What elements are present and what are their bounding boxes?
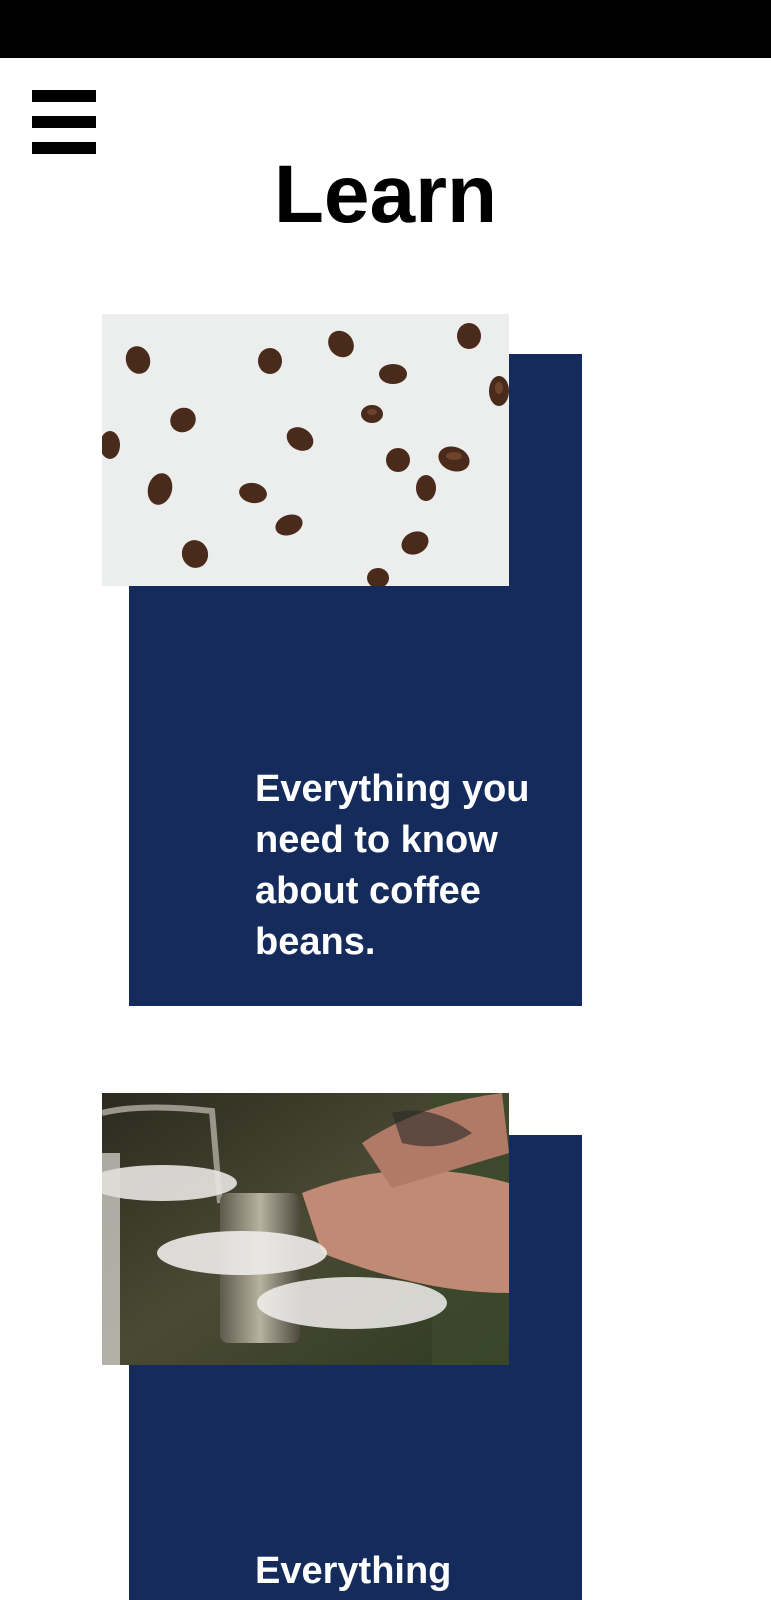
barista-image: [102, 1093, 509, 1365]
menu-button[interactable]: [32, 90, 96, 154]
card-title: Everything: [255, 1550, 452, 1592]
status-bar: [0, 0, 771, 58]
card-title: Everything you need to know about coffee…: [255, 768, 530, 963]
page-title: Learn: [273, 149, 498, 240]
coffee-beans-image: [102, 314, 509, 586]
